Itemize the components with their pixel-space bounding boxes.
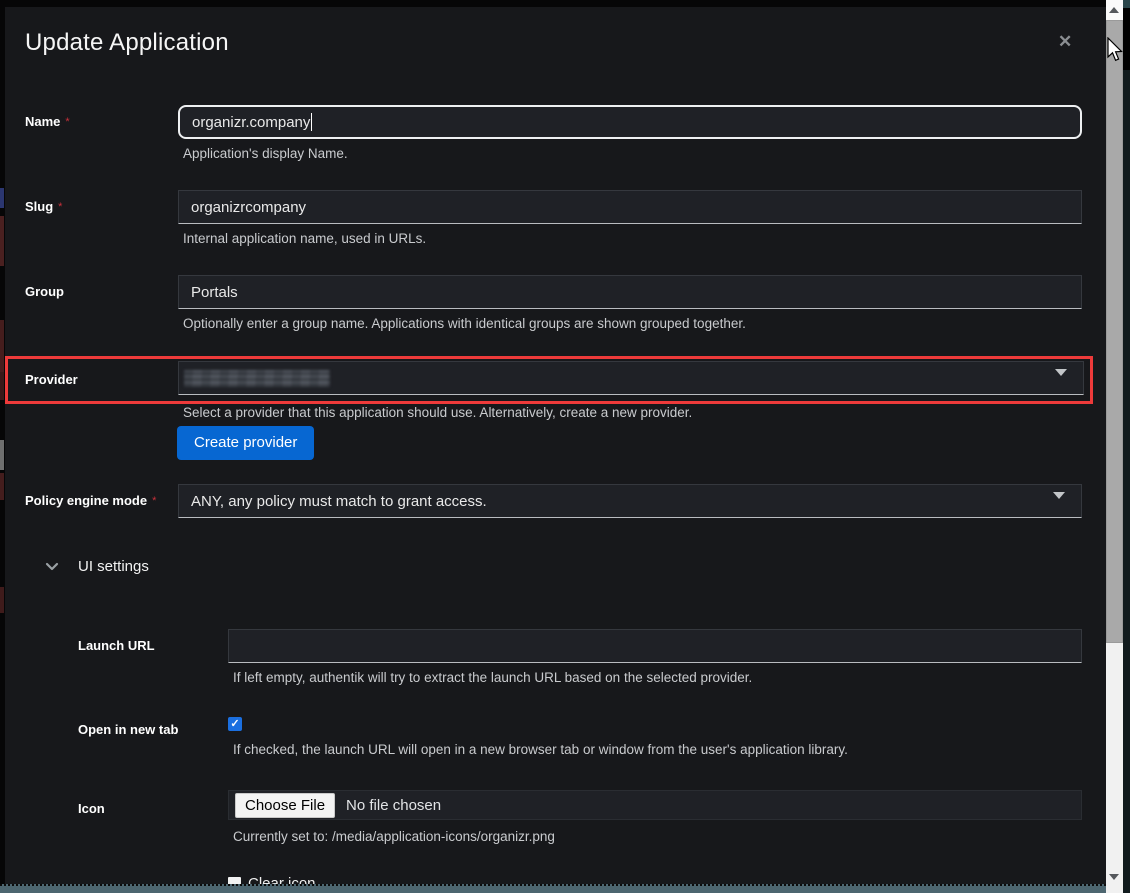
checkbox-check-icon: ✓: [230, 717, 239, 731]
name-label: Name: [25, 114, 60, 129]
slug-field-row: Slug * organizrcompany Internal applicati…: [25, 190, 1082, 246]
scroll-down-icon[interactable]: [1109, 874, 1119, 880]
launch-url-input[interactable]: [228, 629, 1082, 663]
close-icon[interactable]: ✕: [1058, 32, 1072, 52]
left-edge-strip: [0, 188, 4, 208]
policy-required-marker: *: [152, 495, 156, 507]
left-edge-strip: [0, 320, 4, 372]
left-edge-strip: [0, 440, 4, 470]
caret-down-icon: [1053, 499, 1065, 516]
launch-url-label: Launch URL: [78, 629, 155, 663]
provider-helper-text: Select a provider that this application …: [183, 406, 1082, 420]
icon-label: Icon: [78, 801, 105, 817]
icon-helper-text: Currently set to: /media/application-ico…: [233, 830, 1082, 844]
left-edge-strip: [0, 216, 4, 266]
launch-url-row: Launch URL If left empty, authentik will…: [25, 629, 1082, 685]
create-provider-button[interactable]: Create provider: [177, 426, 314, 460]
ui-settings-group-header[interactable]: UI settings: [25, 556, 1082, 576]
ui-settings-label: UI settings: [78, 558, 149, 575]
caret-down-icon: [1055, 376, 1067, 393]
slug-required-marker: *: [58, 201, 62, 213]
provider-select[interactable]: [178, 361, 1084, 395]
slug-input-value: organizrcompany: [191, 199, 306, 216]
update-application-modal: Update Application ✕ Name * organizr.comp…: [0, 0, 1130, 893]
right-edge-patch: [1123, 8, 1130, 70]
provider-highlight-box: Provider: [5, 356, 1093, 404]
choose-file-button[interactable]: Choose File: [235, 793, 335, 818]
chevron-down-icon: [45, 562, 59, 571]
icon-field-row: Icon Choose File No file chosen Currentl…: [25, 790, 1082, 844]
group-input[interactable]: Portals: [178, 275, 1082, 309]
scrollbar-thumb[interactable]: [1106, 20, 1123, 643]
group-helper-text: Optionally enter a group name. Applicati…: [183, 317, 1082, 331]
policy-engine-mode-select[interactable]: ANY, any policy must match to grant acce…: [178, 484, 1082, 518]
provider-redacted-value: [184, 370, 330, 387]
name-input-value: organizr.company: [192, 114, 310, 131]
launch-url-helper-text: If left empty, authentik will try to ext…: [233, 671, 1082, 685]
group-field-row: Group Portals Optionally enter a group n…: [25, 275, 1082, 331]
file-chosen-status: No file chosen: [346, 797, 441, 814]
policy-engine-mode-label: Policy engine mode: [25, 493, 147, 508]
left-edge-strip: [0, 372, 4, 400]
mouse-cursor-icon: [1107, 37, 1124, 68]
group-label: Group: [25, 284, 64, 299]
open-in-new-tab-row: Open in new tab ✓ If checked, the launch…: [25, 716, 1082, 757]
open-in-new-tab-helper-text: If checked, the launch URL will open in …: [233, 743, 1082, 757]
open-in-new-tab-label: Open in new tab: [78, 722, 178, 738]
window-top-edge: [0, 0, 1123, 7]
open-in-new-tab-checkbox[interactable]: ✓: [228, 717, 242, 731]
name-helper-text: Application's display Name.: [183, 147, 1082, 161]
right-edge-accent: [1123, 0, 1130, 8]
name-required-marker: *: [65, 116, 69, 128]
slug-helper-text: Internal application name, used in URLs.: [183, 232, 1082, 246]
window-right-edge: [1123, 0, 1130, 893]
group-input-value: Portals: [191, 284, 238, 301]
left-edge-strip: [0, 473, 4, 500]
provider-label: Provider: [25, 372, 78, 387]
page-title: Update Application: [25, 28, 1082, 58]
left-edge-strip: [0, 587, 4, 613]
scroll-up-icon: [1109, 7, 1119, 13]
policy-engine-mode-row: Policy engine mode * ANY, any policy must…: [25, 484, 1082, 518]
vertical-scrollbar[interactable]: [1106, 0, 1123, 893]
provider-field-block: Provider Select a provider that this app…: [25, 356, 1082, 460]
name-field-row: Name * organizr.company Application's dis…: [25, 105, 1082, 161]
text-caret: [311, 113, 312, 131]
slug-input[interactable]: organizrcompany: [178, 190, 1082, 224]
scrollbar-up-button[interactable]: [1106, 0, 1123, 20]
modal-body: Update Application ✕ Name * organizr.comp…: [0, 0, 1106, 893]
icon-file-input[interactable]: Choose File No file chosen: [228, 790, 1082, 820]
policy-engine-mode-value: ANY, any policy must match to grant acce…: [191, 493, 487, 510]
slug-label: Slug: [25, 199, 53, 214]
name-input[interactable]: organizr.company: [178, 105, 1082, 139]
bottom-page-band: [0, 884, 1106, 893]
